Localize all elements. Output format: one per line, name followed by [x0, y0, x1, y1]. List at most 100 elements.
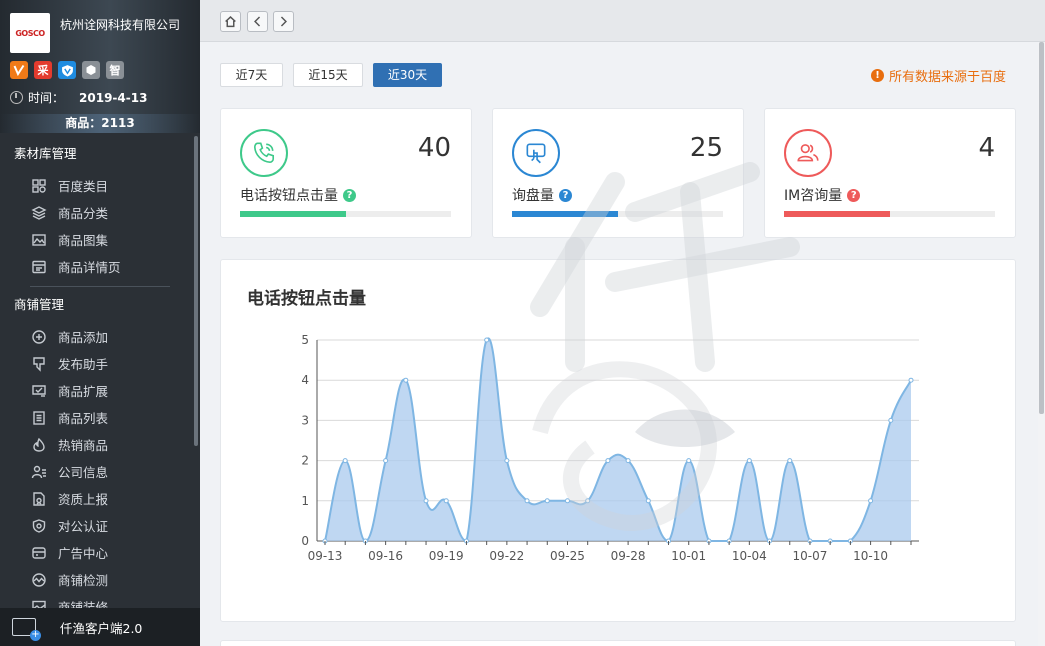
stat-label-row: 询盘量 ? [512, 185, 572, 205]
sidebar-item[interactable]: 发布助手 [0, 350, 200, 377]
range-15-days-button[interactable]: 近15天 [293, 63, 363, 87]
x-tick-label: 09-19 [429, 549, 464, 563]
next-card [220, 640, 1016, 646]
sidebar-item[interactable]: 商品扩展 [0, 377, 200, 404]
sidebar-item[interactable]: 商铺检测 [0, 566, 200, 593]
y-tick-label: 2 [301, 454, 309, 468]
sidebar-item[interactable]: 商铺装修 [0, 593, 200, 608]
data-point [645, 498, 651, 504]
data-point [564, 498, 570, 504]
scrollbar-thumb[interactable] [1039, 42, 1044, 414]
forward-button[interactable] [273, 11, 294, 32]
company-logo: GOSCO [10, 13, 50, 53]
home-button[interactable] [220, 11, 241, 32]
x-tick-label: 09-22 [489, 549, 524, 563]
time-value: 2019-4-13 [79, 90, 148, 105]
data-point [484, 337, 490, 343]
chevron-left-icon [254, 16, 261, 27]
x-tick-label: 09-13 [308, 549, 343, 563]
sidebar-item[interactable]: 对公认证 [0, 512, 200, 539]
sidebar-item-label: 商品详情页 [58, 260, 121, 275]
sidebar-item[interactable]: 公司信息 [0, 458, 200, 485]
phone-icon [240, 129, 288, 177]
help-icon[interactable]: ? [343, 188, 356, 202]
sidebar-item[interactable]: 商品详情页 [0, 253, 200, 280]
y-tick-label: 5 [301, 333, 309, 347]
chart-card: 电话按钮点击量 0 1 2 3 4 5 09-13 09-16 09-19 09-22 09-25 0… [220, 259, 1016, 622]
hexagon-badge-icon [82, 61, 100, 79]
x-tick-label: 10-04 [732, 549, 767, 563]
client-app-icon [12, 618, 41, 641]
smart-badge-icon: 智 [106, 61, 124, 79]
x-tick-label: 09-25 [550, 549, 585, 563]
range-30-days-button[interactable]: 近30天 [373, 63, 442, 87]
chevron-right-icon [280, 16, 287, 27]
sidebar-item[interactable]: 广告中心 [0, 539, 200, 566]
help-icon[interactable]: ? [847, 188, 861, 202]
sidebar-scrollbar[interactable] [194, 136, 198, 446]
x-tick-label: 10-01 [671, 549, 706, 563]
company-name: 杭州诠网科技有限公司 [60, 18, 181, 32]
detail-page-icon [30, 258, 48, 276]
inquiry-hand-icon [512, 129, 560, 177]
data-point [585, 498, 591, 504]
progress-fill [512, 211, 618, 217]
sidebar-item[interactable]: 商品分类 [0, 199, 200, 226]
range-7-days-button[interactable]: 近7天 [220, 63, 283, 87]
progress-fill [240, 211, 346, 217]
sidebar-item-label: 商品分类 [58, 206, 109, 221]
v-badge-icon [10, 61, 28, 79]
sidebar-item[interactable]: 商品图集 [0, 226, 200, 253]
sidebar-item[interactable]: 商品列表 [0, 404, 200, 431]
sidebar-item-label: 资质上报 [58, 492, 109, 507]
stat-label-row: 电话按钮点击量 ? [240, 185, 356, 205]
publish-icon [30, 355, 48, 373]
shield-v-badge-icon [58, 61, 76, 79]
ad-icon [30, 544, 48, 562]
sidebar-item-label: 广告中心 [58, 546, 109, 561]
sidebar-item[interactable]: 热销商品 [0, 431, 200, 458]
x-tick-label: 09-28 [611, 549, 646, 563]
data-point [888, 417, 894, 423]
data-point [625, 458, 631, 464]
data-point [504, 458, 510, 464]
plus-circle-icon [30, 328, 48, 346]
sidebar-footer: 仟渔客户端2.0 [0, 608, 200, 646]
list-icon [30, 409, 48, 427]
badge-row: 采智 [10, 61, 124, 79]
y-tick-label: 4 [301, 373, 309, 387]
fire-icon [30, 436, 48, 454]
data-point [868, 498, 874, 504]
top-nav-bar [200, 0, 1045, 42]
sidebar-item[interactable]: 商品添加 [0, 323, 200, 350]
sidebar-item-label: 商铺装修 [58, 600, 109, 608]
stat-progress-bar [512, 211, 723, 217]
data-point [605, 458, 611, 464]
sidebar: GOSCO 杭州诠网科技有限公司 采智 时间： 2019-4-13 商品：211… [0, 0, 200, 646]
data-point [686, 458, 692, 464]
menu-group-title: 素材库管理 [14, 146, 77, 161]
help-icon[interactable]: ? [559, 188, 572, 202]
shield-icon [30, 517, 48, 535]
data-point [524, 498, 530, 504]
progress-fill [784, 211, 890, 217]
layers-icon [30, 204, 48, 222]
sidebar-item[interactable]: 百度类目 [0, 172, 200, 199]
data-point [544, 498, 550, 504]
main-scrollbar[interactable] [1038, 42, 1045, 646]
sidebar-item-label: 商铺检测 [58, 573, 109, 588]
time-row: 时间： 2019-4-13 [10, 89, 147, 106]
data-source-notice: ! 所有数据来源于百度 [870, 66, 1006, 85]
sidebar-item[interactable]: 资质上报 [0, 485, 200, 512]
stat-label: 询盘量 [512, 188, 554, 204]
data-point [423, 498, 429, 504]
back-button[interactable] [247, 11, 268, 32]
grid-icon [30, 177, 48, 195]
data-point [383, 458, 389, 464]
sidebar-item-label: 商品图集 [58, 233, 109, 248]
info-icon: ! [870, 69, 884, 82]
client-version-text: 仟渔客户端2.0 [60, 620, 143, 636]
x-tick-label: 09-16 [368, 549, 403, 563]
sidebar-item-label: 热销商品 [58, 438, 109, 453]
data-point [908, 377, 914, 383]
